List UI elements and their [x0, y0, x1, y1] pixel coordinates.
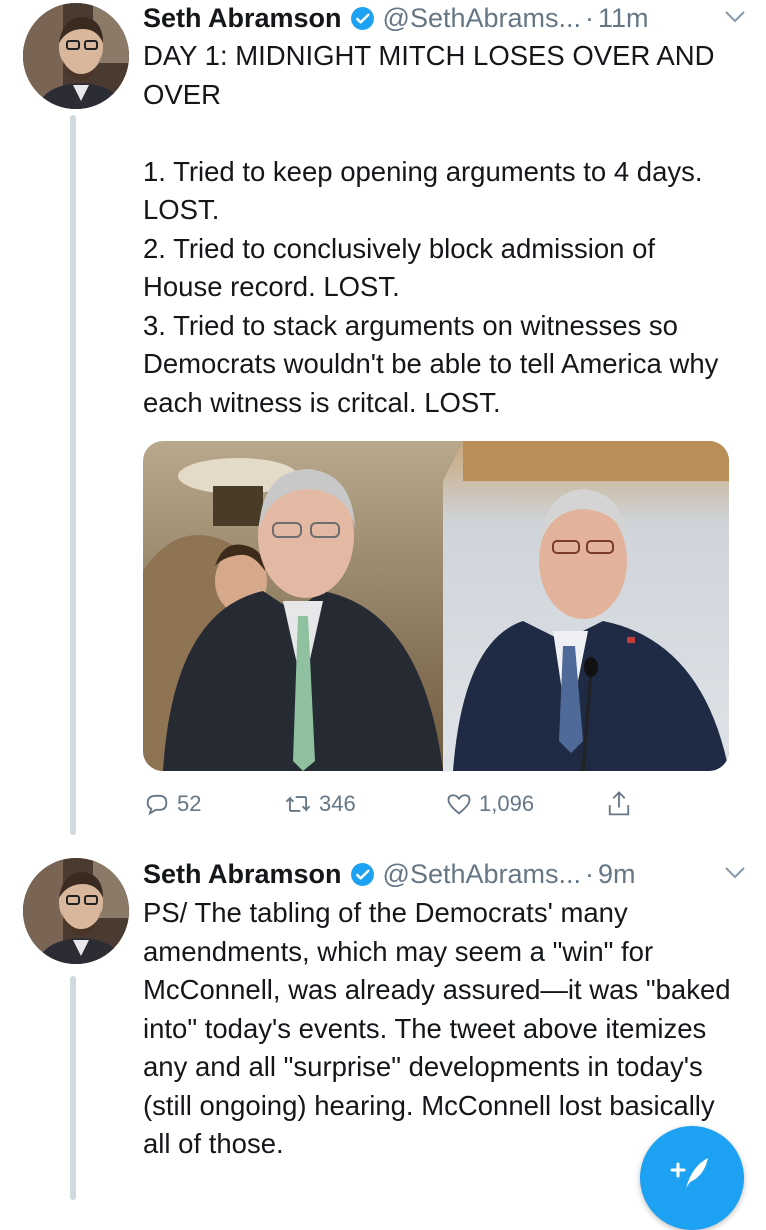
author-handle[interactable]: @SethAbrams... [383, 859, 581, 890]
retweet-count: 346 [319, 791, 356, 816]
avatar[interactable] [23, 858, 129, 964]
tweet[interactable]: Seth Abramson @SethAbrams... · 11m DAY 1… [0, 0, 766, 840]
tweet-actions: 52 346 1,096 [143, 786, 663, 822]
tweet-text: PS/ The tabling of the Democrats' many a… [143, 897, 739, 1159]
photo-image [143, 441, 729, 771]
reply-button[interactable]: 52 [143, 790, 283, 818]
reply-count: 52 [177, 791, 202, 816]
verified-badge-icon [350, 862, 375, 887]
tweet-media-photo[interactable] [143, 441, 729, 771]
heart-icon [445, 790, 473, 818]
avatar[interactable] [23, 3, 129, 109]
chevron-down-icon[interactable] [724, 863, 746, 886]
compose-tweet-button[interactable] [640, 1126, 744, 1230]
reply-icon [143, 790, 171, 818]
chevron-down-icon[interactable] [724, 7, 746, 30]
retweet-button[interactable]: 346 [283, 790, 445, 818]
author-name[interactable]: Seth Abramson [143, 3, 342, 34]
separator-dot: · [585, 858, 595, 889]
tweet-text: DAY 1: MIDNIGHT MITCH LOSES OVER AND OVE… [143, 40, 719, 418]
share-icon [605, 789, 633, 819]
tweet-header: Seth Abramson @SethAbrams... · 11m [143, 0, 746, 36]
compose-tweet-icon [668, 1152, 712, 1197]
author-name[interactable]: Seth Abramson [143, 859, 342, 890]
author-handle[interactable]: @SethAbrams... [383, 3, 581, 34]
tweet-timestamp[interactable]: 9m [598, 859, 636, 890]
separator-dot: · [585, 2, 595, 33]
tweet-timestamp[interactable]: 11m [598, 3, 649, 34]
avatar-image [23, 3, 129, 109]
like-count: 1,096 [479, 791, 535, 816]
retweet-icon [283, 790, 313, 818]
thread-line [70, 976, 76, 1200]
verified-badge-icon [350, 6, 375, 31]
like-button[interactable]: 1,096 [445, 790, 605, 818]
avatar-image [23, 858, 129, 964]
share-button[interactable] [605, 789, 633, 819]
tweet-header: Seth Abramson @SethAbrams... · 9m [143, 856, 746, 892]
thread-line [70, 115, 76, 835]
